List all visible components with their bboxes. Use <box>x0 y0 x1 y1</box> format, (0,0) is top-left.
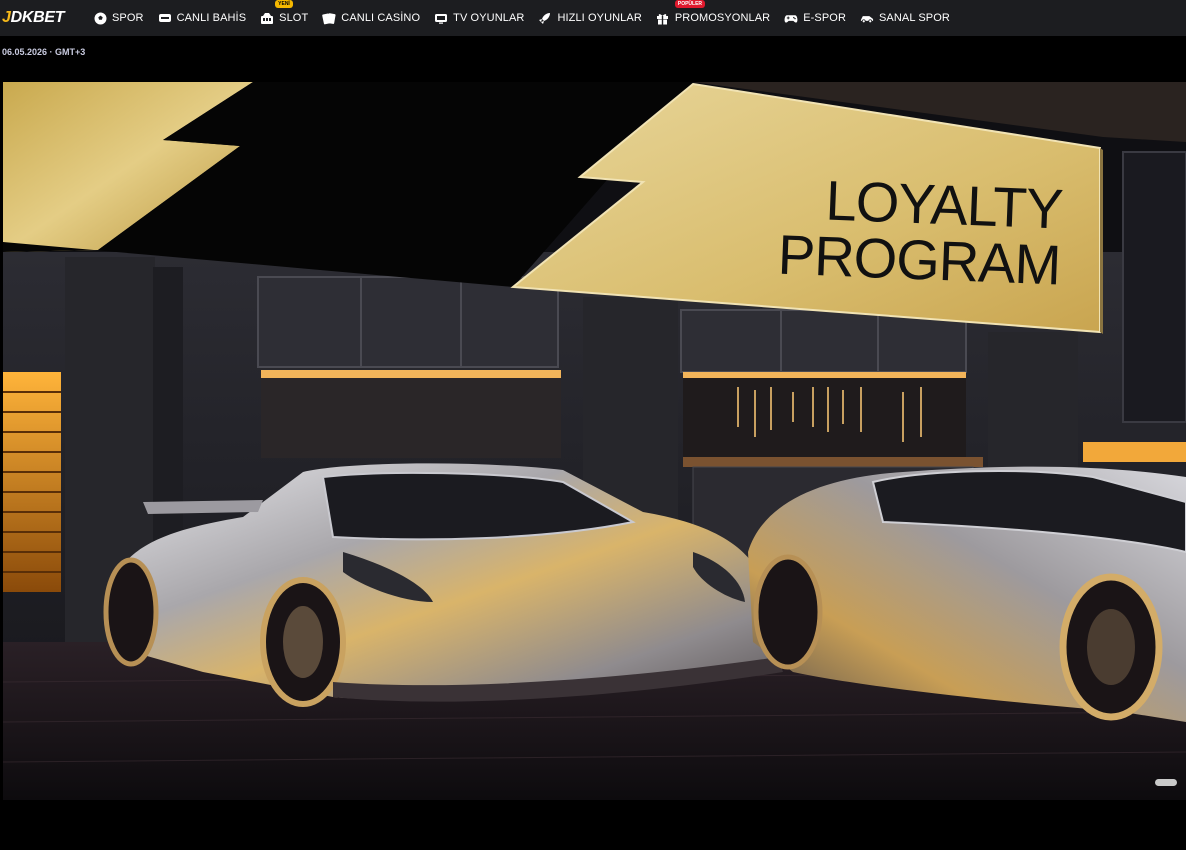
nav-item-hizli-oyunlar[interactable]: HIZLI OYUNLAR <box>531 0 648 36</box>
nav-item-canli-casino[interactable]: CANLI CASİNO <box>315 0 427 36</box>
logo-mark: J <box>2 9 11 26</box>
main-menu: SPOR CANLI BAHİS YENİ SLOT CANLI CASİNO <box>86 0 957 36</box>
banner-artwork: LOYALTY PROGRAM <box>3 82 1186 800</box>
nav-label: SANAL SPOR <box>879 12 950 24</box>
gift-icon <box>656 11 670 25</box>
slot-machine-icon <box>260 11 274 25</box>
nav-item-tv-oyunlar[interactable]: TV OYUNLAR <box>427 0 531 36</box>
nav-label: SPOR <box>112 12 144 24</box>
rocket-icon <box>538 11 552 25</box>
nav-label: CANLI BAHİS <box>176 12 247 24</box>
virtual-car-icon <box>860 11 874 25</box>
banner-line-2: PROGRAM <box>777 223 1062 297</box>
nav-item-promosyonlar[interactable]: POPÜLER PROMOSYONLAR <box>649 0 777 36</box>
gamepad-icon <box>784 11 798 25</box>
nav-item-spor[interactable]: SPOR <box>86 0 151 36</box>
nav-item-sanal-spor[interactable]: SANAL SPOR <box>853 0 957 36</box>
slider-indicator[interactable] <box>1155 779 1177 786</box>
popular-badge: POPÜLER <box>674 0 706 8</box>
tv-icon <box>434 11 448 25</box>
logo-wordmark: DKBET <box>10 9 65 26</box>
cards-icon <box>322 11 336 25</box>
bottom-section <box>0 800 1186 850</box>
nav-label: CANLI CASİNO <box>341 12 421 24</box>
nav-label: TV OYUNLAR <box>453 12 525 24</box>
date-timezone: 06.05.2026 · GMT+3 <box>2 47 86 57</box>
nav-label: PROMOSYONLAR <box>674 12 771 24</box>
nav-item-e-spor[interactable]: E-SPOR <box>777 0 853 36</box>
promo-banner[interactable]: LOYALTY PROGRAM <box>3 82 1186 800</box>
logo[interactable]: JDKBET <box>0 0 86 36</box>
nav-label: SLOT <box>279 12 309 24</box>
nav-item-slot[interactable]: YENİ SLOT <box>253 0 315 36</box>
nav-item-canli-bahis[interactable]: CANLI BAHİS <box>151 0 254 36</box>
soccer-ball-icon <box>93 11 107 25</box>
nav-label: E-SPOR <box>803 12 846 24</box>
new-badge: YENİ <box>275 0 293 8</box>
top-navigation: JDKBET SPOR CANLI BAHİS YENİ SLOT CANLI … <box>0 0 1186 36</box>
live-bet-icon <box>158 11 172 25</box>
nav-label: HIZLI OYUNLAR <box>557 12 642 24</box>
